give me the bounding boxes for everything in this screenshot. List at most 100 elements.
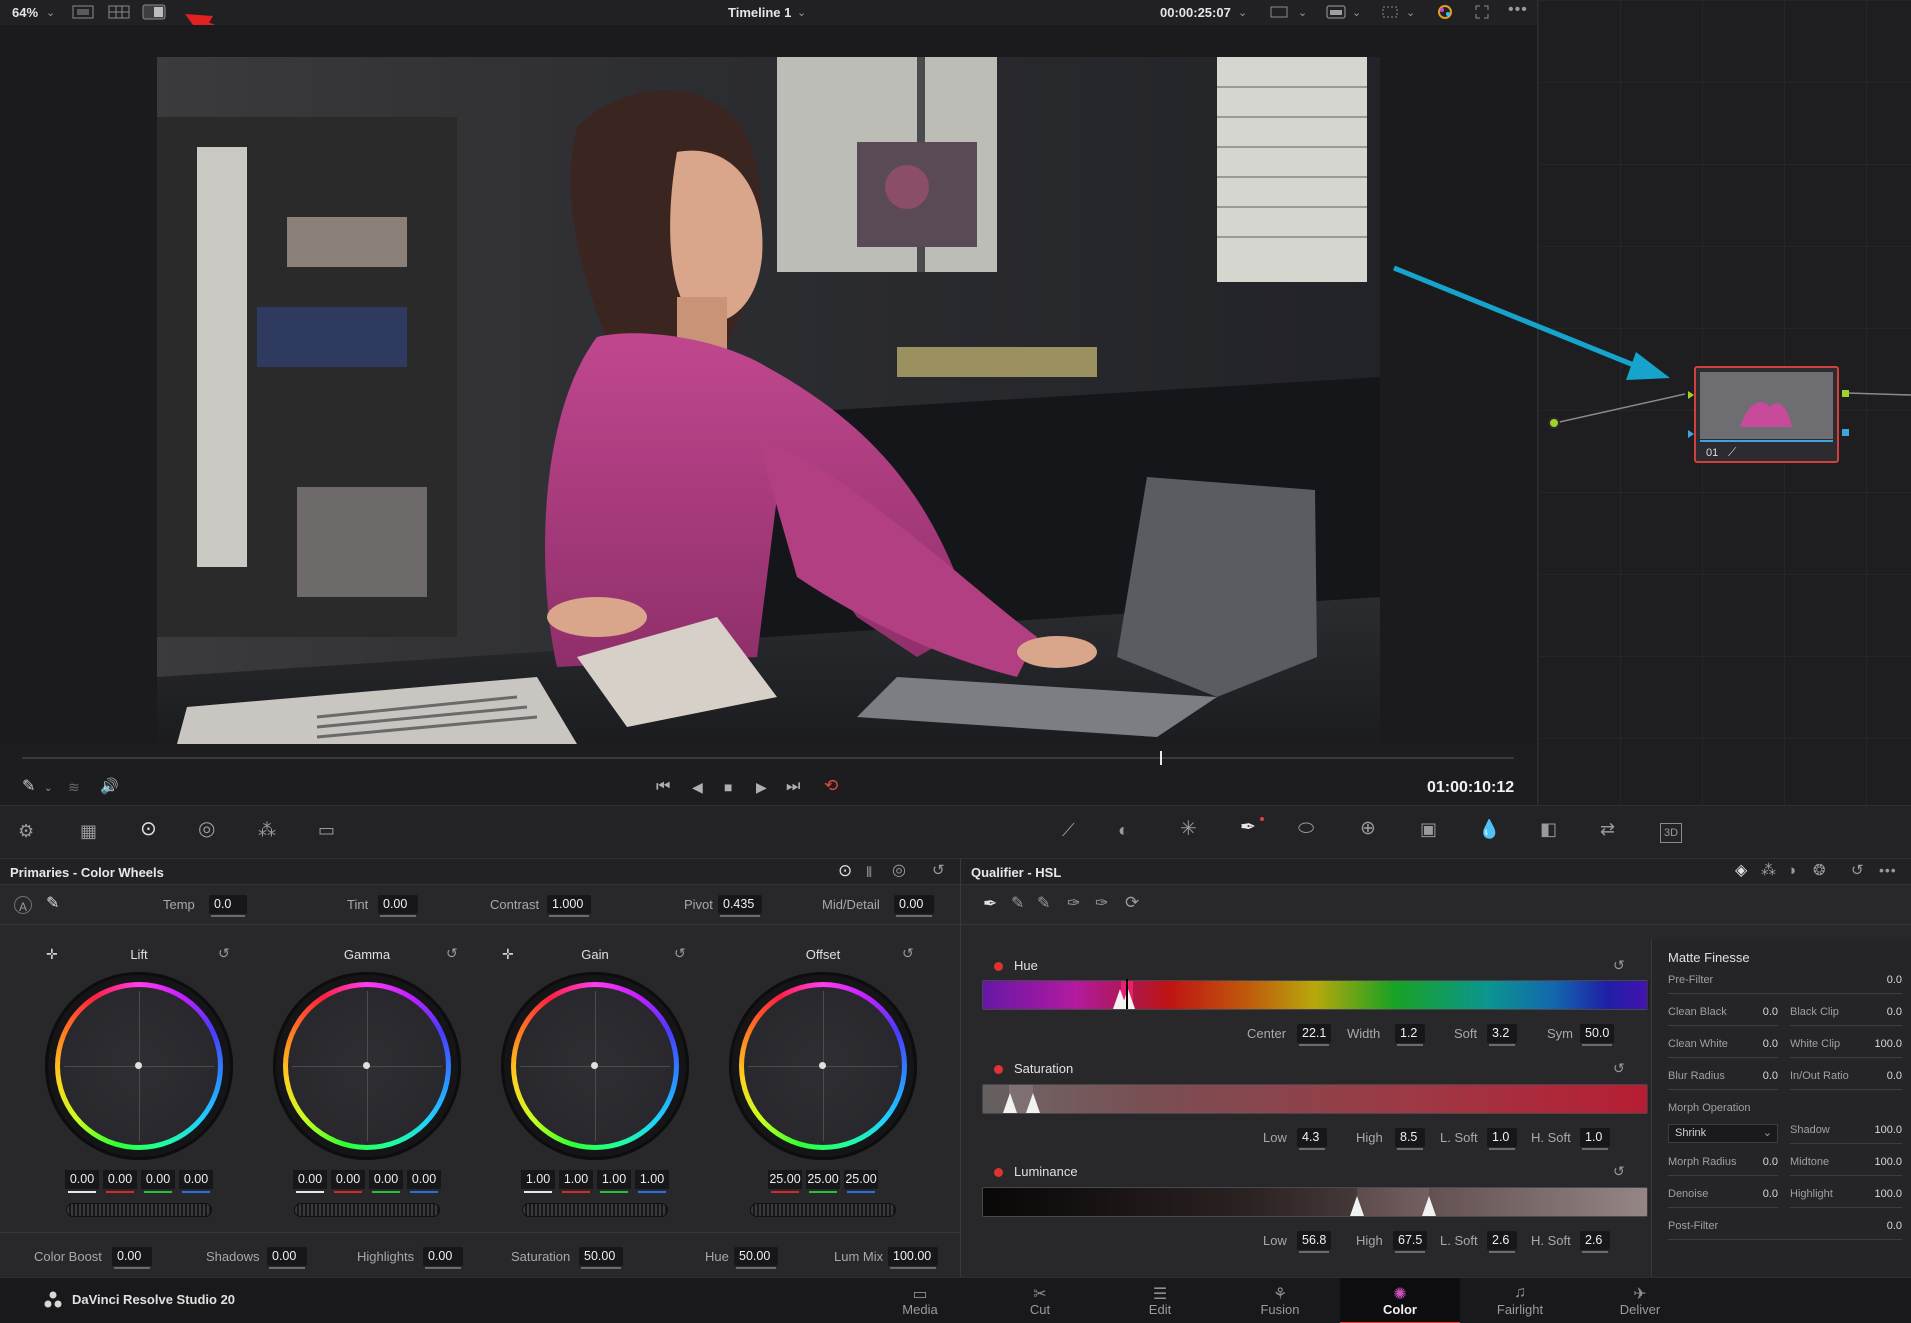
sat-low-field[interactable]: 4.3 — [1297, 1128, 1327, 1150]
playhead[interactable] — [1160, 751, 1162, 765]
saturation-reset-icon[interactable]: ↺ — [1613, 1060, 1625, 1076]
chevron-down-icon[interactable]: ⌄ — [1406, 5, 1415, 21]
wheel-value-field[interactable]: 0.00 — [331, 1170, 365, 1193]
luminance-range-bar[interactable] — [982, 1187, 1649, 1217]
tint-field[interactable]: 0.00 — [378, 895, 418, 917]
luminance-low-handle[interactable] — [1350, 1196, 1364, 1216]
magic-mask-icon[interactable]: ▣ — [1420, 820, 1437, 838]
shadows-field[interactable]: 0.00 — [267, 1247, 307, 1269]
fullscreen-icon[interactable] — [1474, 4, 1490, 24]
rgb-mode-icon[interactable]: ⁂ — [1761, 863, 1776, 879]
feather-minus-icon[interactable]: ✑ — [1067, 896, 1080, 912]
black-point-picker-icon[interactable]: ✛ — [46, 946, 58, 962]
wheel-value-field[interactable]: 25.00 — [768, 1170, 802, 1193]
inoutratio-slider[interactable]: In/Out Ratio 0.0 — [1790, 1070, 1902, 1090]
cleanblack-slider[interactable]: Clean Black 0.0 — [1668, 1006, 1778, 1026]
window-icon[interactable]: ⬭ — [1298, 819, 1314, 838]
3d-mode-icon[interactable]: ❂ — [1813, 863, 1826, 879]
layers-icon[interactable]: ≋ — [68, 779, 80, 795]
midtone-slider[interactable]: Midtone 100.0 — [1790, 1156, 1902, 1176]
feather-plus-icon[interactable]: ✑ — [1095, 896, 1108, 912]
page-tab-cut[interactable]: ✂ Cut — [980, 1284, 1100, 1317]
color-wheel[interactable] — [729, 972, 917, 1160]
page-tab-color[interactable]: ✺ Color — [1340, 1278, 1460, 1323]
whiteclip-slider[interactable]: White Clip 100.0 — [1790, 1038, 1902, 1058]
split-screen-icon[interactable] — [142, 4, 166, 24]
color-node-01[interactable]: 01 ⟋ — [1694, 366, 1839, 463]
hue-enable-dot[interactable] — [994, 962, 1003, 971]
chevron-down-icon[interactable]: ⌄ — [46, 5, 55, 21]
rgb-mixer-icon[interactable]: ⁂ — [258, 821, 276, 839]
wheel-puck[interactable] — [135, 1062, 142, 1069]
viewer-size-icon[interactable] — [1270, 4, 1288, 24]
wheel-value-field[interactable]: 1.00 — [559, 1170, 593, 1193]
page-tab-fusion[interactable]: ⚘ Fusion — [1220, 1284, 1340, 1317]
timeline-selector[interactable]: Timeline 1 — [728, 5, 791, 20]
stop-icon[interactable]: ■ — [724, 779, 732, 795]
volume-icon[interactable]: 🔊 — [100, 779, 119, 795]
hdr-overlay-icon[interactable] — [1326, 4, 1346, 24]
node-key-output[interactable] — [1842, 429, 1849, 436]
saturation-range-bar[interactable] — [982, 1084, 1649, 1114]
page-tab-fairlight[interactable]: ♫ Fairlight — [1460, 1284, 1580, 1317]
saturation-low-handle[interactable] — [1003, 1093, 1017, 1113]
gallery-view-icon[interactable] — [108, 4, 130, 24]
node-rgb-output[interactable] — [1842, 390, 1849, 397]
lummix-field[interactable]: 100.00 — [888, 1247, 938, 1269]
chevron-down-icon[interactable]: ⌄ — [1238, 5, 1247, 21]
luminance-enable-dot[interactable] — [994, 1168, 1003, 1177]
hue-high-handle[interactable] — [1121, 989, 1135, 1009]
postfilter-slider[interactable]: Post-Filter 0.0 — [1668, 1220, 1902, 1240]
color-wheel[interactable] — [45, 972, 233, 1160]
tracker-icon[interactable]: ⊕ — [1360, 819, 1376, 838]
hue-range-bar[interactable] — [982, 979, 1649, 1010]
luma-mode-icon[interactable]: ◑ — [1787, 863, 1796, 879]
cleanwhite-slider[interactable]: Clean White 0.0 — [1668, 1038, 1778, 1058]
wheel-puck[interactable] — [363, 1062, 370, 1069]
picker-icon[interactable]: ✒ — [983, 895, 997, 912]
morphradius-slider[interactable]: Morph Radius 0.0 — [1668, 1156, 1778, 1176]
contrast-field[interactable]: 1.000 — [547, 895, 591, 917]
wheel-reset-icon[interactable]: ↺ — [902, 945, 914, 961]
sat-lsoft-field[interactable]: 1.0 — [1487, 1128, 1517, 1150]
wheel-value-field[interactable]: 0.00 — [179, 1170, 213, 1193]
more-options-icon[interactable]: ••• — [1879, 862, 1897, 878]
reset-icon[interactable]: ↺ — [932, 863, 945, 879]
node-key-input[interactable] — [1688, 430, 1694, 438]
pivot-field[interactable]: 0.435 — [718, 895, 762, 917]
saturation-field[interactable]: 50.00 — [579, 1247, 623, 1269]
wheel-puck[interactable] — [819, 1062, 826, 1069]
colorboost-field[interactable]: 0.00 — [112, 1247, 152, 1269]
luminance-high-handle[interactable] — [1422, 1196, 1436, 1216]
chevron-down-icon[interactable]: ⌄ — [44, 781, 52, 797]
single-viewer-icon[interactable] — [72, 4, 94, 24]
wheel-value-field[interactable]: 0.00 — [103, 1170, 137, 1193]
page-tab-media[interactable]: ▭ Media — [860, 1284, 980, 1317]
chevron-down-icon[interactable]: ⌄ — [1352, 5, 1361, 21]
lum-low-field[interactable]: 56.8 — [1297, 1231, 1331, 1253]
primaries-bars-mode-icon[interactable]: ⦀ — [866, 864, 872, 880]
skip-to-start-icon[interactable]: ⏮ — [656, 779, 670, 795]
page-tab-deliver[interactable]: ✈ Deliver — [1580, 1284, 1700, 1317]
wheel-puck[interactable] — [591, 1062, 598, 1069]
color-wheel[interactable] — [501, 972, 689, 1160]
skip-to-end-icon[interactable]: ⏭ — [786, 779, 800, 795]
invert-icon[interactable]: ⟳ — [1125, 894, 1139, 911]
play-icon[interactable]: ▶ — [756, 779, 767, 795]
wheel-value-field[interactable]: 25.00 — [806, 1170, 840, 1193]
color-match-icon[interactable]: ▦ — [80, 822, 97, 840]
white-balance-picker-icon[interactable]: ✎ — [46, 896, 59, 912]
shadow-slider[interactable]: Shadow 100.0 — [1790, 1124, 1902, 1144]
saturation-high-handle[interactable] — [1026, 1093, 1040, 1113]
hue-soft-field[interactable]: 3.2 — [1487, 1024, 1517, 1046]
highlight-icon[interactable] — [1380, 4, 1400, 24]
highlights-field[interactable]: 0.00 — [423, 1247, 463, 1269]
lum-lsoft-field[interactable]: 2.6 — [1487, 1231, 1517, 1253]
qualifier-icon[interactable]: ✒ — [1240, 818, 1256, 837]
zoom-dropdown[interactable]: 64% — [12, 5, 38, 20]
primaries-wheels-mode-icon[interactable]: ⊙ — [838, 862, 852, 879]
wheel-value-field[interactable]: 1.00 — [635, 1170, 669, 1193]
node-rgb-input[interactable] — [1688, 391, 1694, 399]
master-wheel-slider[interactable] — [66, 1203, 212, 1217]
wheel-reset-icon[interactable]: ↺ — [218, 945, 230, 961]
